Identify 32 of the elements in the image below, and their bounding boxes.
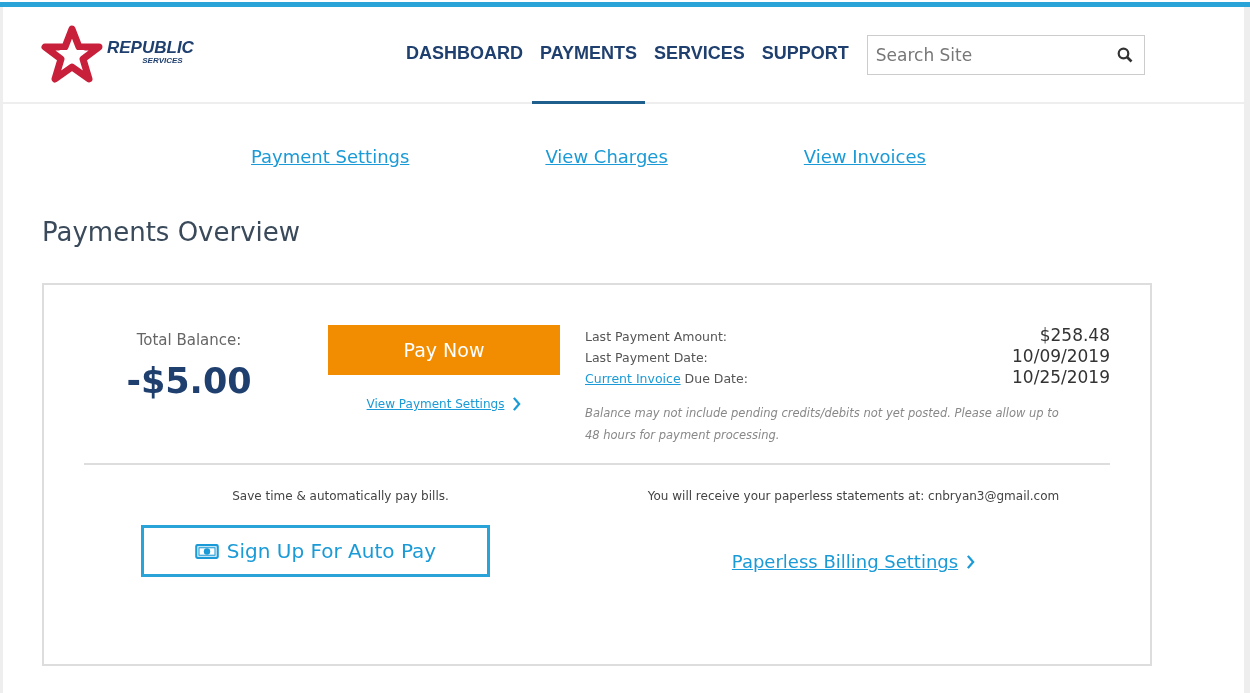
balance-amount: -$5.00 — [126, 361, 252, 401]
detail-value: 10/25/2019 — [1012, 367, 1110, 387]
detail-label: Last Payment Amount: — [585, 329, 728, 344]
chevron-icon — [966, 554, 976, 569]
paperless-text: You will receive your paperless statements at: cnbryan3@gmail.com — [647, 489, 1060, 503]
detail-value: 10/09/2019 — [1012, 346, 1110, 366]
logo-subtitle: SERVICES — [142, 55, 183, 65]
detail-label: Due Date: — [683, 371, 748, 386]
balance-label: Total Balance: — [136, 331, 242, 349]
logo-wordmark: REPUBLIC — [107, 38, 194, 56]
star-logo-icon — [41, 24, 103, 85]
disclaimer-text: Balance may not include pending credits/debits not yet posted. Please allow up to 48 hours for payment processing. — [585, 405, 1060, 444]
cash-icon — [194, 543, 219, 559]
link[interactable]: Paperless Billing Settings — [731, 551, 959, 572]
search-icon[interactable] — [1116, 46, 1133, 63]
chevron-icon — [512, 397, 522, 411]
pay-now-button[interactable]: Pay Now — [328, 325, 560, 375]
sub-nav-link[interactable]: View Invoices — [803, 146, 926, 167]
page-title: Payments Overview — [42, 217, 302, 247]
nav-tab[interactable]: SUPPORT — [753, 7, 857, 104]
autopay-text: Save time & automatically pay bills. — [232, 489, 449, 503]
auto-pay-button[interactable]: Sign Up For Auto Pay — [141, 525, 490, 577]
link[interactable]: Current Invoice — [585, 371, 681, 386]
nav-tab[interactable]: SERVICES — [646, 7, 753, 104]
link[interactable]: View Payment Settings — [366, 397, 505, 411]
detail-value: $258.48 — [1039, 325, 1110, 345]
nav-tab[interactable]: PAYMENTS — [532, 7, 646, 104]
sub-nav-link[interactable]: Payment Settings — [251, 146, 410, 167]
detail-label: Last Payment Date: — [585, 350, 708, 365]
search-field[interactable]: Search Site — [866, 34, 1145, 75]
sub-nav-link[interactable]: View Charges — [545, 146, 668, 167]
nav-tab[interactable]: DASHBOARD — [398, 7, 531, 104]
